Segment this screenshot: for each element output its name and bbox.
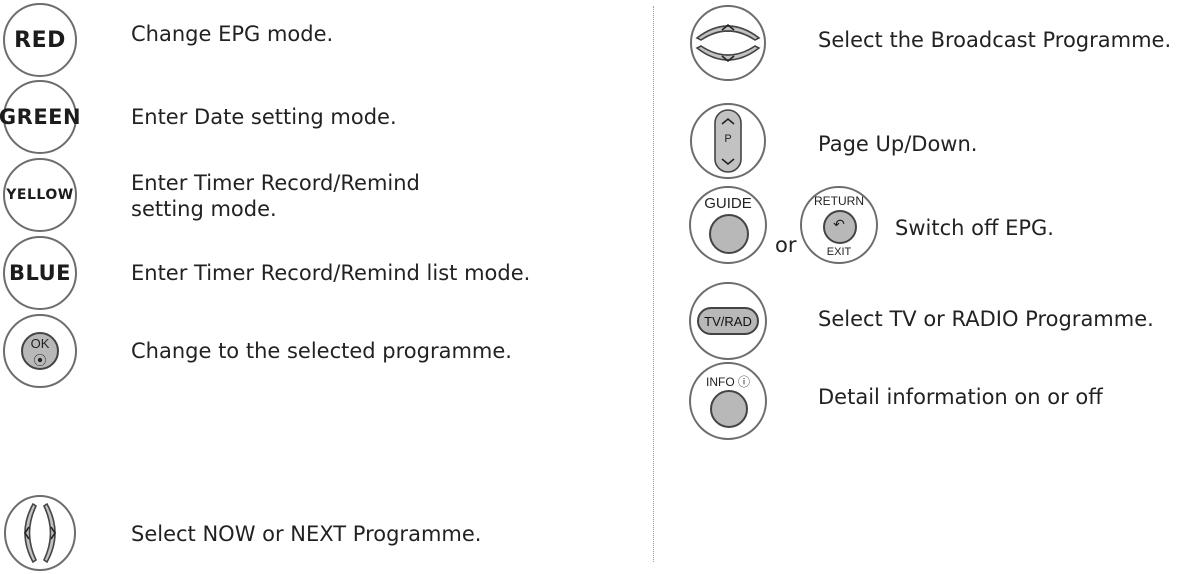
guide-button-label: GUIDE xyxy=(704,195,752,212)
red-button-label: RED xyxy=(14,27,66,53)
ok-dot-icon: ⦿ xyxy=(33,353,47,368)
tvrad-button[interactable]: TV/RAD xyxy=(689,282,767,360)
green-button-label: GREEN xyxy=(0,105,82,129)
tvrad-button-label: TV/RAD xyxy=(697,307,759,335)
ok-description: Change to the selected programme. xyxy=(131,339,512,363)
info-button[interactable]: INFO ⓘ xyxy=(689,362,767,440)
or-text: or xyxy=(775,233,797,257)
blue-button[interactable]: BLUE xyxy=(3,236,77,310)
yellow-button[interactable]: YELLOW xyxy=(3,158,77,232)
return-button-label: RETURN xyxy=(814,194,864,208)
green-description: Enter Date setting mode. xyxy=(131,105,397,129)
yellow-description: Enter Timer Record/Remind setting mode. xyxy=(131,171,420,221)
yellow-button-label: YELLOW xyxy=(6,187,74,203)
page-button-label: P xyxy=(724,133,732,145)
up-down-icon[interactable] xyxy=(689,4,767,82)
tvrad-description: Select TV or RADIO Programme. xyxy=(818,307,1154,331)
return-arrow-icon: ↶ xyxy=(833,216,845,232)
return-button[interactable]: RETURN ↶ EXIT xyxy=(800,186,878,264)
column-divider xyxy=(653,6,654,562)
green-button[interactable]: GREEN xyxy=(0,80,82,154)
info-button-label: INFO ⓘ xyxy=(706,375,750,389)
blue-description: Enter Timer Record/Remind list mode. xyxy=(131,261,531,285)
left-right-description: Select NOW or NEXT Programme. xyxy=(131,522,482,546)
guide-description: Switch off EPG. xyxy=(895,216,1054,240)
blue-button-label: BLUE xyxy=(8,261,72,285)
info-inner-circle xyxy=(710,390,748,428)
guide-button[interactable]: GUIDE xyxy=(689,186,767,264)
guide-inner-circle xyxy=(709,214,749,254)
ok-button[interactable]: OK ⦿ xyxy=(3,314,77,388)
exit-label: EXIT xyxy=(826,246,852,258)
red-description: Change EPG mode. xyxy=(131,22,334,46)
red-button[interactable]: RED xyxy=(3,3,77,77)
up-down-description: Select the Broadcast Programme. xyxy=(818,28,1172,52)
ok-button-label: OK xyxy=(30,336,50,351)
page-description: Page Up/Down. xyxy=(818,132,978,156)
info-description: Detail information on or off xyxy=(818,385,1103,409)
left-right-icon[interactable] xyxy=(3,494,77,572)
